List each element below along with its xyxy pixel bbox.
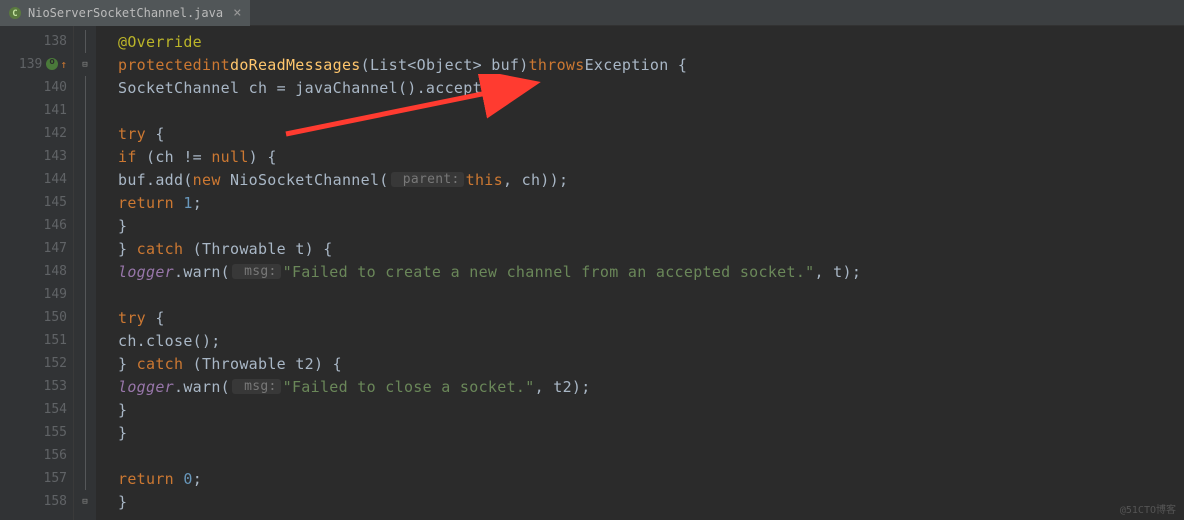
line-number: 146	[0, 214, 73, 237]
line-number: 141	[0, 99, 73, 122]
line-number: 143	[0, 145, 73, 168]
code-line: logger.warn( msg:"Failed to close a sock…	[118, 375, 861, 398]
parameter-hint: msg:	[232, 264, 281, 279]
line-number: 152	[0, 352, 73, 375]
parameter-hint: parent:	[391, 172, 464, 187]
code-line: }	[118, 214, 861, 237]
line-number: 153	[0, 375, 73, 398]
tab-label: NioServerSocketChannel.java	[28, 6, 223, 20]
fold-handle[interactable]: ⊟	[74, 490, 96, 513]
code-area[interactable]: @Override protected int doReadMessages(L…	[96, 26, 861, 520]
code-line	[118, 99, 861, 122]
fold-column: ⊟ ⊟	[74, 26, 96, 520]
line-number: 144	[0, 168, 73, 191]
fold-handle[interactable]: ⊟	[74, 53, 96, 76]
file-tab[interactable]: C NioServerSocketChannel.java ×	[0, 0, 250, 26]
code-line	[118, 283, 861, 306]
code-line: return 1;	[118, 191, 861, 214]
line-number: 150	[0, 306, 73, 329]
code-line: }	[118, 398, 861, 421]
parameter-hint: msg:	[232, 379, 281, 394]
watermark: @51CTO博客	[1120, 501, 1176, 516]
close-icon[interactable]: ×	[233, 5, 241, 21]
line-number: 148	[0, 260, 73, 283]
code-line: } catch (Throwable t2) {	[118, 352, 861, 375]
code-line: SocketChannel ch = javaChannel().accept(…	[118, 76, 861, 99]
line-number-gutter: 138 139↑ 140 141 142 143 144 145 146 147…	[0, 26, 74, 520]
code-line: return 0;	[118, 467, 861, 490]
code-line: }	[118, 490, 861, 513]
code-line: }	[118, 421, 861, 444]
tab-bar: C NioServerSocketChannel.java ×	[0, 0, 1184, 26]
line-number: 158	[0, 490, 73, 513]
code-line: try {	[118, 306, 861, 329]
line-number: 139↑	[0, 53, 73, 76]
line-number: 151	[0, 329, 73, 352]
line-number: 140	[0, 76, 73, 99]
line-number: 138	[0, 30, 73, 53]
code-line: @Override	[118, 30, 861, 53]
code-line: ch.close();	[118, 329, 861, 352]
code-line: protected int doReadMessages(List<Object…	[118, 53, 861, 76]
line-number: 149	[0, 283, 73, 306]
up-arrow-icon[interactable]: ↑	[60, 58, 67, 71]
java-class-icon: C	[8, 6, 22, 20]
line-number: 154	[0, 398, 73, 421]
code-line: buf.add(new NioSocketChannel( parent:thi…	[118, 168, 861, 191]
code-line: try {	[118, 122, 861, 145]
line-number: 145	[0, 191, 73, 214]
line-number: 157	[0, 467, 73, 490]
line-number: 147	[0, 237, 73, 260]
code-line: logger.warn( msg:"Failed to create a new…	[118, 260, 861, 283]
code-editor[interactable]: 138 139↑ 140 141 142 143 144 145 146 147…	[0, 26, 1184, 520]
svg-text:C: C	[12, 9, 17, 19]
code-line: if (ch != null) {	[118, 145, 861, 168]
line-number: 155	[0, 421, 73, 444]
code-line	[118, 444, 861, 467]
line-number: 156	[0, 444, 73, 467]
line-number: 142	[0, 122, 73, 145]
code-line: } catch (Throwable t) {	[118, 237, 861, 260]
override-icon[interactable]	[46, 58, 58, 70]
